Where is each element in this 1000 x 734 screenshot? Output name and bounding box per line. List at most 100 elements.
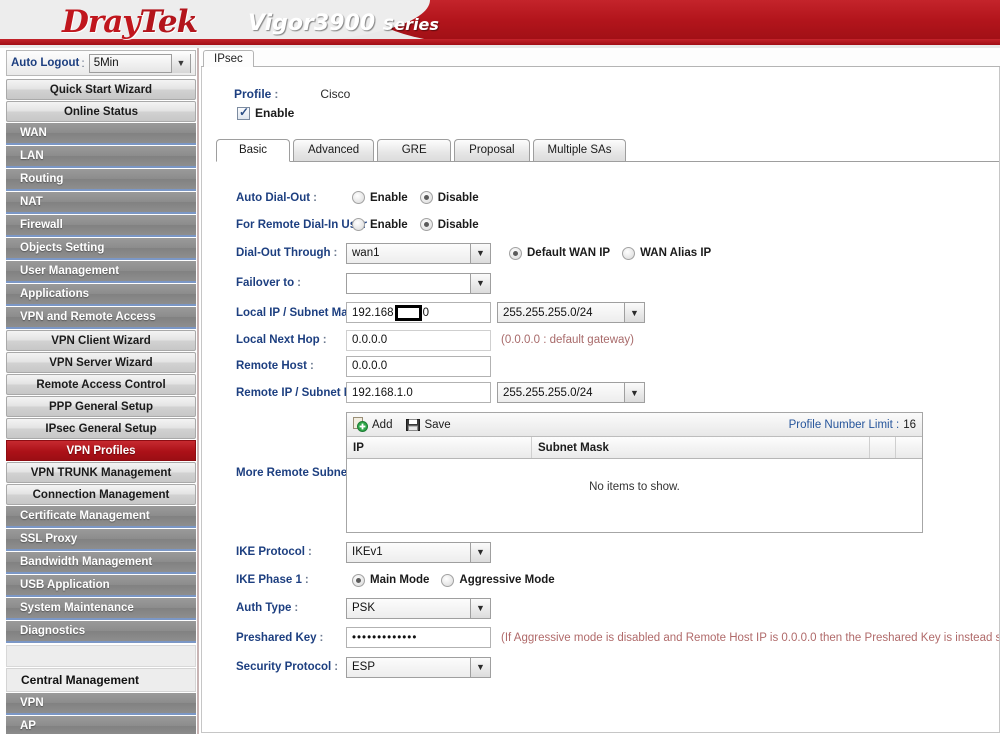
local-ip-input[interactable]: 192.168 0 (346, 302, 491, 323)
sidebar-item-vpn-server-wizard[interactable]: VPN Server Wizard (6, 352, 196, 373)
dial-out-through-select[interactable]: wan1 ▼ (346, 242, 491, 264)
tab-gre[interactable]: GRE (377, 139, 452, 161)
sidebar-item-label: IPsec General Setup (45, 423, 157, 435)
label-failover-to: Failover to: (202, 277, 346, 289)
radio-remote-dial-in-disable[interactable]: Disable (419, 218, 479, 231)
auto-logout-label: Auto Logout (11, 57, 80, 69)
label-ike-phase1-colon: : (304, 574, 309, 586)
add-button[interactable]: Add (353, 417, 392, 432)
radio-main-mode-label: Main Mode (370, 574, 430, 586)
sidebar-item-applications[interactable]: Applications (6, 284, 196, 306)
sidebar-item-system-maintenance[interactable]: System Maintenance (6, 598, 196, 620)
chevron-down-icon: ▼ (470, 597, 491, 619)
preshared-key-input[interactable]: ••••••••••••• (346, 627, 491, 648)
radio-dot-icon (509, 246, 522, 260)
sidebar-item-quick-start-wizard[interactable]: Quick Start Wizard (6, 79, 196, 100)
sidebar-item-label: Routing (20, 173, 64, 185)
sidebar-item-objects-setting[interactable]: Objects Setting (6, 238, 196, 260)
ike-protocol-select[interactable]: IKEv1 ▼ (346, 541, 491, 563)
sidebar-item-diagnostics[interactable]: Diagnostics (6, 621, 196, 643)
radio-wan-alias-ip[interactable]: WAN Alias IP (622, 246, 711, 260)
sidebar-item-remote-access-control[interactable]: Remote Access Control (6, 374, 196, 395)
sidebar-item-certificate-management[interactable]: Certificate Management (6, 506, 196, 528)
auth-type-value: PSK (352, 602, 376, 614)
enable-checkbox[interactable] (237, 105, 250, 120)
sidebar-item-label: Certificate Management (20, 510, 150, 522)
label-preshared-key: Preshared Key: (202, 632, 346, 644)
label-dial-out-through-colon: : (333, 247, 338, 259)
label-local-ip-text: Local IP / Subnet Mask (236, 306, 361, 319)
radio-default-wan-ip[interactable]: Default WAN IP (509, 246, 610, 260)
more-remote-subnet-grid: Add Save Profile Number Limit: 16 IP Su… (346, 412, 923, 533)
auto-logout-colon: : (81, 56, 85, 70)
auto-logout-select[interactable]: 5Min ▼ (88, 53, 191, 73)
chevron-down-icon: ▼ (624, 382, 645, 403)
failover-to-select[interactable]: ▼ (346, 272, 491, 294)
sidebar-item-label: PPP General Setup (49, 401, 153, 413)
sidebar-item-ipsec-general-setup[interactable]: IPsec General Setup (6, 418, 196, 439)
sidebar-item-ssl-proxy[interactable]: SSL Proxy (6, 529, 196, 551)
label-ike-phase1: IKE Phase 1: (202, 574, 346, 586)
sidebar-item-routing[interactable]: Routing (6, 169, 196, 191)
sidebar-item-vpn-client-wizard[interactable]: VPN Client Wizard (6, 330, 196, 351)
sidebar-item-central-management[interactable]: Central Management (6, 668, 196, 692)
ike-protocol-value: IKEv1 (352, 546, 383, 558)
radio-remote-dial-in-enable[interactable]: Enable (352, 218, 408, 231)
sidebar-item-ppp-general-setup[interactable]: PPP General Setup (6, 396, 196, 417)
local-subnet-mask-select[interactable]: 255.255.255.0/24 ▼ (497, 302, 645, 323)
tab-basic[interactable]: Basic (216, 139, 290, 162)
radio-auto-dial-out-enable[interactable]: Enable (352, 191, 408, 204)
auth-type-select[interactable]: PSK ▼ (346, 597, 491, 619)
remote-ip-input[interactable]: 192.168.1.0 (346, 382, 491, 403)
remote-host-input[interactable]: 0.0.0.0 (346, 355, 491, 377)
panel-tab-ipsec[interactable]: IPsec (203, 50, 254, 67)
tab-label: Basic (238, 144, 268, 156)
label-remote-ip: Remote IP / Subnet Mask: (202, 387, 379, 399)
sidebar-item-label: WAN (20, 127, 47, 139)
radio-aggressive-mode[interactable]: Aggressive Mode (441, 573, 555, 587)
sidebar-item-user-management[interactable]: User Management (6, 261, 196, 283)
radio-dot-icon (419, 218, 433, 231)
sidebar-item-lan[interactable]: LAN (6, 146, 196, 168)
sidebar-item-vpn-and-remote-access[interactable]: VPN and Remote Access (6, 307, 196, 329)
tab-multiple-sas[interactable]: Multiple SAs (532, 139, 627, 161)
label-auto-dial-out: Auto Dial-Out: (202, 192, 346, 204)
sidebar-item-label: VPN Client Wizard (51, 335, 151, 347)
remote-subnet-mask-select[interactable]: 255.255.255.0/24 ▼ (497, 382, 645, 403)
enable-row[interactable]: Enable (202, 101, 999, 120)
sidebar-item-ap[interactable]: AP (6, 716, 196, 734)
sidebar-item-bandwidth-management[interactable]: Bandwidth Management (6, 552, 196, 574)
label-security-protocol-colon: : (334, 661, 339, 673)
sidebar-item-vpn[interactable]: VPN (6, 693, 196, 715)
sidebar-item-vpn-profiles[interactable]: VPN Profiles (6, 440, 196, 461)
sidebar-item-vpn-trunk-management[interactable]: VPN TRUNK Management (6, 462, 196, 483)
sidebar-item-label: VPN Server Wizard (49, 357, 153, 369)
sidebar-item-connection-management[interactable]: Connection Management (6, 484, 196, 505)
remote-ip-value: 192.168.1.0 (352, 386, 413, 399)
security-protocol-select[interactable]: ESP ▼ (346, 656, 491, 678)
local-next-hop-input[interactable]: 0.0.0.0 (346, 329, 491, 351)
sidebar-item-usb-application[interactable]: USB Application (6, 575, 196, 597)
label-ike-protocol: IKE Protocol: (202, 546, 346, 558)
tab-advanced[interactable]: Advanced (293, 139, 375, 161)
row-local-ip: Local IP / Subnet Mask: 192.168 0 255.255… (202, 298, 999, 327)
sidebar-item-label: Connection Management (32, 489, 170, 501)
sidebar-item-nat[interactable]: NAT (6, 192, 196, 214)
save-icon (406, 418, 421, 432)
profile-value: Cisco (320, 87, 351, 101)
label-remote-host: Remote Host: (202, 360, 346, 372)
sidebar-item-online-status[interactable]: Online Status (6, 101, 196, 122)
row-remote-dial-in: For Remote Dial-In User: Enable Disable (202, 211, 999, 238)
radio-main-mode[interactable]: Main Mode (352, 573, 430, 587)
sidebar-item-firewall[interactable]: Firewall (6, 215, 196, 237)
sidebar: Auto Logout : 5Min ▼ Quick Start Wizard O… (0, 48, 199, 734)
sidebar-item-label: VPN Profiles (66, 445, 136, 457)
radio-auto-dial-out-disable[interactable]: Disable (419, 191, 479, 204)
sidebar-item-wan[interactable]: WAN (6, 123, 196, 145)
model-number: Vigor3900 (248, 11, 376, 36)
tab-proposal[interactable]: Proposal (454, 139, 530, 161)
label-auto-dial-out-colon: : (313, 191, 317, 204)
save-button[interactable]: Save (406, 418, 451, 432)
grid-header-row: IP Subnet Mask (347, 437, 922, 459)
radio-remote-dial-in-enable-label: Enable (370, 218, 408, 231)
